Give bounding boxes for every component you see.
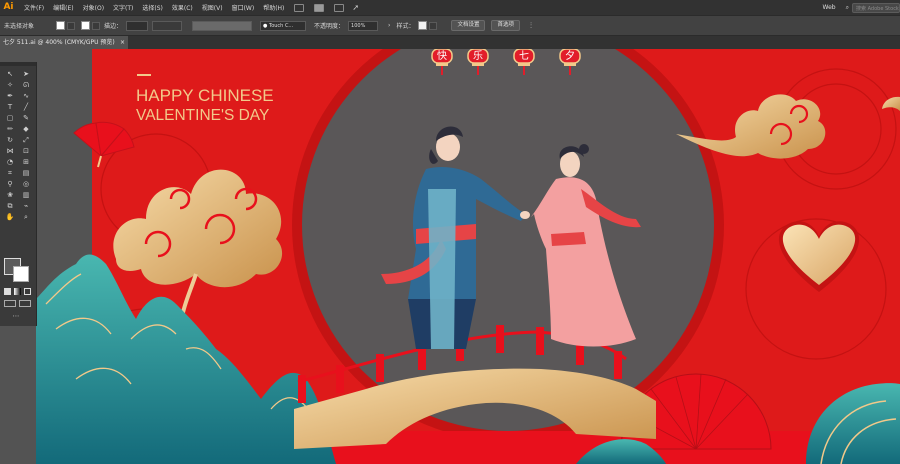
lantern-char-3: 七 [519,50,529,62]
line-tool-icon[interactable]: ╱ [20,103,32,112]
brush-dot-icon: ● [263,22,268,29]
close-tab-icon[interactable]: × [120,36,125,49]
pen-tool-icon[interactable]: ✒ [4,92,16,101]
document-tab-bar: 七夕 511.ai @ 400% (CMYK/GPU 预览) × [0,36,900,49]
gradient-mode-icon[interactable] [14,288,21,295]
perspective-grid-tool-icon[interactable]: ⊞ [20,158,32,167]
zoom-tool-icon[interactable]: ⌕ [20,213,32,222]
edit-toolbar-icon[interactable]: ⋯ [10,312,22,321]
eraser-tool-icon[interactable]: ◆ [20,125,32,134]
direct-selection-tool-icon[interactable]: ➤ [20,70,32,79]
stroke-label: 描边： [104,23,123,30]
app-logo: Ai [3,2,14,12]
menu-window[interactable]: 窗口(W) [232,3,255,12]
brush-definition-field[interactable]: ● Touch C... [260,20,307,31]
style-label: 样式： [396,23,415,30]
paintbrush-tool-icon[interactable]: ✎ [20,114,32,123]
menu-view[interactable]: 视图(V) [202,3,223,12]
menu-select[interactable]: 选择(S) [142,3,163,12]
menu-edit[interactable]: 编辑(E) [53,3,73,12]
menu-type[interactable]: 文字(T) [113,3,133,12]
send-icon[interactable]: ➚ [352,3,359,12]
curvature-tool-icon[interactable]: ∿ [20,92,32,101]
document-tab-title: 七夕 511.ai @ 400% (CMYK/GPU 预览) [3,39,115,46]
style-dropdown-icon[interactable] [429,21,438,30]
type-tool-icon[interactable]: T [4,103,16,112]
document-tab[interactable]: 七夕 511.ai @ 400% (CMYK/GPU 预览) × [0,36,128,49]
preferences-button[interactable]: 首选项 [491,20,520,31]
stock-icon[interactable] [314,3,325,12]
stroke-weight-field[interactable] [126,20,149,31]
rectangle-tool-icon[interactable]: ▢ [4,114,16,123]
fill-color-swatch[interactable] [56,21,66,30]
symbol-sprayer-tool-icon[interactable]: ❀ [4,191,16,200]
fill-dropdown-icon[interactable] [67,21,76,30]
artboard-tool-icon[interactable]: ⧉ [4,202,16,211]
align-options-icon[interactable]: ⫶ [530,21,532,31]
magic-wand-tool-icon[interactable]: ✧ [4,81,16,90]
workspace-switcher[interactable]: Web [823,4,836,11]
variable-width-field[interactable] [152,20,183,31]
search-icon: ⌕ [845,3,849,11]
stroke-swatch[interactable] [13,266,29,282]
draw-mode-icon[interactable] [4,300,16,307]
width-tool-icon[interactable]: ⋈ [4,147,16,156]
lasso-tool-icon[interactable]: ᘏ [20,81,32,90]
menu-object[interactable]: 对象(O) [83,3,104,12]
title-dash [137,74,151,76]
selection-status: 未选择对象 [4,23,35,30]
fill-stroke-control[interactable] [4,258,30,282]
none-mode-icon[interactable] [24,288,31,295]
stroke-color-swatch[interactable] [81,21,91,30]
selection-tool-icon[interactable]: ↖ [4,70,16,79]
arrange-documents-icon[interactable] [334,3,345,12]
menu-effect[interactable]: 效果(C) [172,3,193,12]
document-setup-button[interactable]: 文档设置 [451,20,486,31]
mesh-tool-icon[interactable]: ⌗ [4,169,16,178]
tools-panel: ↖ ➤ ✧ ᘏ ✒ ∿ T ╱ ▢ ✎ ✏ ◆ ↻ ⤢ ⋈ ⊡ ◔ ⊞ ⌗ ▤ … [0,62,37,326]
hand-tool-icon[interactable]: ✋ [4,213,16,222]
artboard-canvas[interactable]: 快 乐 七 夕 HAPPY CHINESE VALENTINE'S DAY [36,49,900,464]
menu-help[interactable]: 帮助(H) [263,3,284,12]
gradient-tool-icon[interactable]: ▤ [20,169,32,178]
bridge-icon[interactable] [294,3,305,12]
blend-tool-icon[interactable]: ◎ [20,180,32,189]
control-bar: 未选择对象 描边： ● Touch C... 不透明度： 100% › 样式： … [0,15,900,36]
title-line-2: VALENTINE'S DAY [136,107,269,124]
opacity-label: 不透明度： [314,23,345,30]
pencil-tool-icon[interactable]: ✏ [4,125,16,134]
shape-builder-tool-icon[interactable]: ◔ [4,158,16,167]
eyedropper-tool-icon[interactable]: ⚲ [4,180,16,189]
slice-tool-icon[interactable]: ⌁ [20,202,32,211]
free-transform-tool-icon[interactable]: ⊡ [20,147,32,156]
title-line-1: HAPPY CHINESE [136,86,274,105]
opacity-field[interactable]: 100% [348,20,379,31]
lantern-char-4: 夕 [565,50,575,62]
stroke-dropdown-icon[interactable] [92,21,101,30]
style-swatch[interactable] [418,21,428,30]
rotate-tool-icon[interactable]: ↻ [4,136,16,145]
scale-tool-icon[interactable]: ⤢ [20,136,32,145]
lantern-char-2: 乐 [473,50,483,62]
lantern-char-1: 快 [437,50,447,62]
graph-tool-icon[interactable]: ▥ [20,191,32,200]
brush-definition-preview[interactable] [192,20,253,31]
menu-bar: Ai 文件(F) 编辑(E) 对象(O) 文字(T) 选择(S) 效果(C) 视… [0,0,900,15]
menu-file[interactable]: 文件(F) [24,3,44,12]
color-mode-icon[interactable] [4,288,11,295]
screen-mode-icon[interactable] [19,300,31,307]
chevron-right-icon[interactable]: › [388,22,390,29]
stock-search-input[interactable]: 搜索 Adobe Stock [852,2,900,13]
brush-name: Touch C... [269,22,294,29]
artwork-illustration: 快 乐 七 夕 HAPPY CHINESE VALENTINE'S DAY [36,49,900,464]
